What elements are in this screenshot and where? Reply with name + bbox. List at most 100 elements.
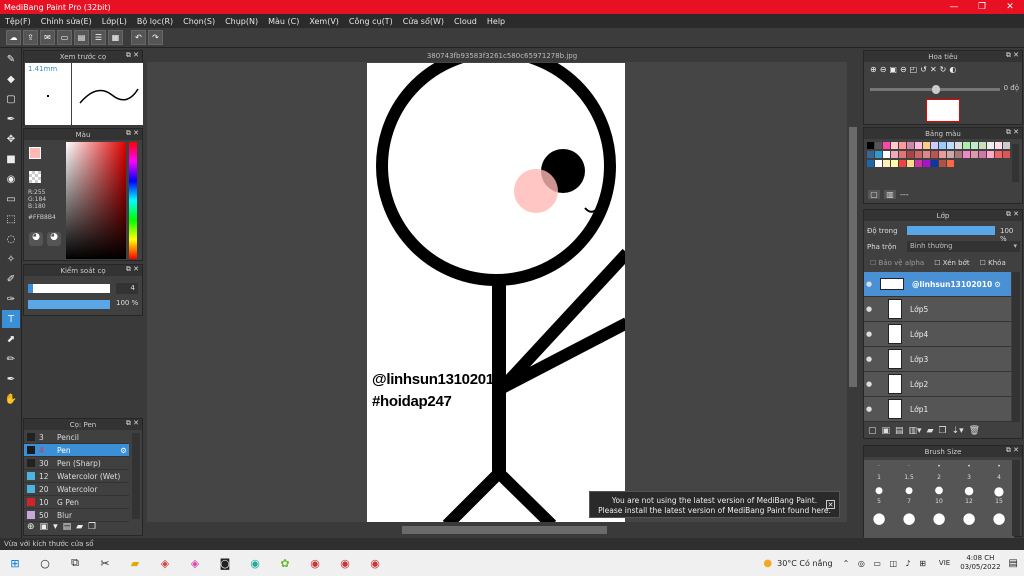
transparent-color[interactable] xyxy=(29,171,41,183)
palette-icon[interactable]: ◕ xyxy=(29,232,43,246)
brush-size-option[interactable]: ● xyxy=(962,508,975,528)
gear-icon[interactable]: ⚙ xyxy=(994,280,1001,289)
medibang-icon[interactable]: ◉ xyxy=(365,553,385,573)
menu-snap[interactable]: Chụp(N) xyxy=(220,17,263,26)
brush-item[interactable]: 30 Pen (Sharp) xyxy=(24,457,129,470)
brush-size-option[interactable]: • 3 xyxy=(954,460,984,484)
cloud-icon[interactable]: ☁ xyxy=(6,30,21,45)
menu-cloud[interactable]: Cloud xyxy=(449,17,482,26)
page-icon[interactable]: ▤ xyxy=(74,30,89,45)
eye-icon[interactable]: ● xyxy=(864,330,874,338)
brush-item[interactable]: 20 Watercolor xyxy=(24,483,129,496)
eye-icon[interactable]: ● xyxy=(864,305,874,313)
brush-size-option[interactable]: ● 10 xyxy=(924,484,954,508)
zoom-in-icon[interactable]: ⊕ xyxy=(870,65,877,74)
chrome-profile-icon-2[interactable]: ◉ xyxy=(335,553,355,573)
panel-controls[interactable]: ⧉ ✕ xyxy=(126,265,139,274)
new-layer-icon[interactable]: ▢ xyxy=(868,426,877,436)
text-tool-icon[interactable]: T xyxy=(2,310,20,328)
menu-layer[interactable]: Lớp(L) xyxy=(97,17,132,26)
magic-wand-icon[interactable]: ✧ xyxy=(2,250,20,268)
brush-doc-icon[interactable]: ▤ xyxy=(63,522,72,532)
brush-size-option[interactable]: ● 5 xyxy=(864,484,894,508)
app-icon-2[interactable]: ◈ xyxy=(185,553,205,573)
color-wheel-icon[interactable]: ◕ xyxy=(47,232,61,246)
undo-icon[interactable]: ↶ xyxy=(131,30,146,45)
layer-row-selected[interactable]: ● @linhsun13102010 ⚙ xyxy=(864,272,1011,297)
panel-controls[interactable]: ⧉ ✕ xyxy=(126,51,139,60)
language-indicator[interactable]: VIE xyxy=(939,559,950,567)
panel-controls[interactable]: ⧉ ✕ xyxy=(1006,446,1019,455)
brush-item[interactable]: 3 Pencil xyxy=(24,431,129,444)
search-icon[interactable]: ○ xyxy=(35,553,55,573)
brush-size-option[interactable]: ● xyxy=(872,508,885,528)
layer-row[interactable]: ● Lớp2 xyxy=(864,372,1011,397)
panel-controls[interactable]: ⧉ ✕ xyxy=(1006,128,1019,137)
menu-select[interactable]: Chọn(S) xyxy=(178,17,220,26)
eye-icon[interactable]: ● xyxy=(864,280,874,288)
app-icon-1[interactable]: ◈ xyxy=(155,553,175,573)
color-swatches[interactable] xyxy=(867,142,1012,169)
select-tool-icon[interactable]: ⬚ xyxy=(2,210,20,228)
pen-icon[interactable]: ✒ xyxy=(2,370,20,388)
app-icon-3[interactable]: ✿ xyxy=(275,553,295,573)
brush-size-slider[interactable] xyxy=(28,284,110,293)
brush-size-scrollbar[interactable] xyxy=(1012,460,1020,536)
duplicate-layer-icon[interactable]: ❐ xyxy=(939,426,947,436)
delete-palette-icon[interactable]: ▥ xyxy=(884,190,896,199)
brush-size-option[interactable]: · 1.5 xyxy=(894,460,924,484)
eye-icon[interactable]: ● xyxy=(864,355,874,363)
horizontal-scrollbar[interactable] xyxy=(147,524,857,536)
move-tool-icon[interactable]: ✥ xyxy=(2,130,20,148)
merge-layer-icon[interactable]: ⇣▾ xyxy=(952,426,964,436)
share-icon[interactable]: ⇪ xyxy=(23,30,38,45)
menu-window[interactable]: Cửa sổ(W) xyxy=(398,17,449,26)
layer-row[interactable]: ● Lớp5 xyxy=(864,297,1011,322)
close-icon[interactable]: ✕ xyxy=(826,500,835,509)
menu-edit[interactable]: Chỉnh sửa(E) xyxy=(36,17,97,26)
palette-scrollbar[interactable] xyxy=(1012,144,1019,182)
eye-icon[interactable]: ● xyxy=(864,380,874,388)
shape-tool-icon[interactable]: ■ xyxy=(2,150,20,168)
zoom-out-icon[interactable]: ⊖ xyxy=(880,65,887,74)
folder-icon[interactable]: ▰ xyxy=(927,426,934,436)
protect-alpha-checkbox[interactable]: ☐ Bảo vệ alpha xyxy=(870,259,924,267)
new-layer-1bit-icon[interactable]: ▤ xyxy=(895,426,904,436)
layer-row[interactable]: ● Lớp3 xyxy=(864,347,1011,372)
brush-size-value[interactable]: 4 xyxy=(116,283,138,294)
list-icon[interactable]: ☰ xyxy=(91,30,106,45)
eraser-tool-icon[interactable]: ◆ xyxy=(2,70,20,88)
saturation-box[interactable] xyxy=(66,142,126,259)
lasso-tool-icon[interactable]: ◌ xyxy=(2,230,20,248)
brush-tool-icon[interactable]: ✎ xyxy=(2,50,20,68)
new-palette-icon[interactable]: ▢ xyxy=(868,190,880,199)
brush-size-option[interactable]: ● 12 xyxy=(954,484,984,508)
redo-icon[interactable]: ↷ xyxy=(148,30,163,45)
brush-size-option[interactable]: ● xyxy=(992,508,1005,528)
menu-file[interactable]: Tệp(F) xyxy=(0,17,36,26)
select-pen-icon[interactable]: ✐ xyxy=(2,270,20,288)
brush-item[interactable]: 50 Blur xyxy=(24,509,129,522)
clipping-checkbox[interactable]: ☐ Xén bớt xyxy=(934,259,969,267)
blend-mode-select[interactable]: Bình thường ▾ xyxy=(907,241,1020,252)
menu-color[interactable]: Màu (C) xyxy=(263,17,304,26)
foreground-color[interactable] xyxy=(29,147,41,159)
rect-tool-icon[interactable]: ▢ xyxy=(2,90,20,108)
brush-size-option[interactable]: ● xyxy=(902,508,915,528)
folder-icon[interactable]: ▰ xyxy=(76,522,83,532)
update-notice[interactable]: You are not using the latest version of … xyxy=(589,491,840,518)
panel-controls[interactable]: ⧉ ✕ xyxy=(126,419,139,428)
fit-icon[interactable]: ▣ xyxy=(889,65,897,74)
brush-size-option[interactable]: ● 7 xyxy=(894,484,924,508)
menu-help[interactable]: Help xyxy=(482,17,510,26)
task-view-icon[interactable]: ⧉ xyxy=(65,553,85,573)
layer-row[interactable]: ● Lớp1 xyxy=(864,397,1011,422)
zoom-icon[interactable]: ⊖ xyxy=(900,65,907,74)
brush-size-option[interactable]: • 4 xyxy=(984,460,1014,484)
brush-list-scrollbar[interactable] xyxy=(132,433,140,519)
brush-menu-icon[interactable]: ▾ xyxy=(53,522,58,532)
hue-slider[interactable] xyxy=(129,142,137,259)
brush-size-option[interactable]: · 1 xyxy=(864,460,894,484)
chat-icon[interactable]: ▭ xyxy=(57,30,72,45)
windows-start-icon[interactable]: ⊞ xyxy=(5,553,25,573)
